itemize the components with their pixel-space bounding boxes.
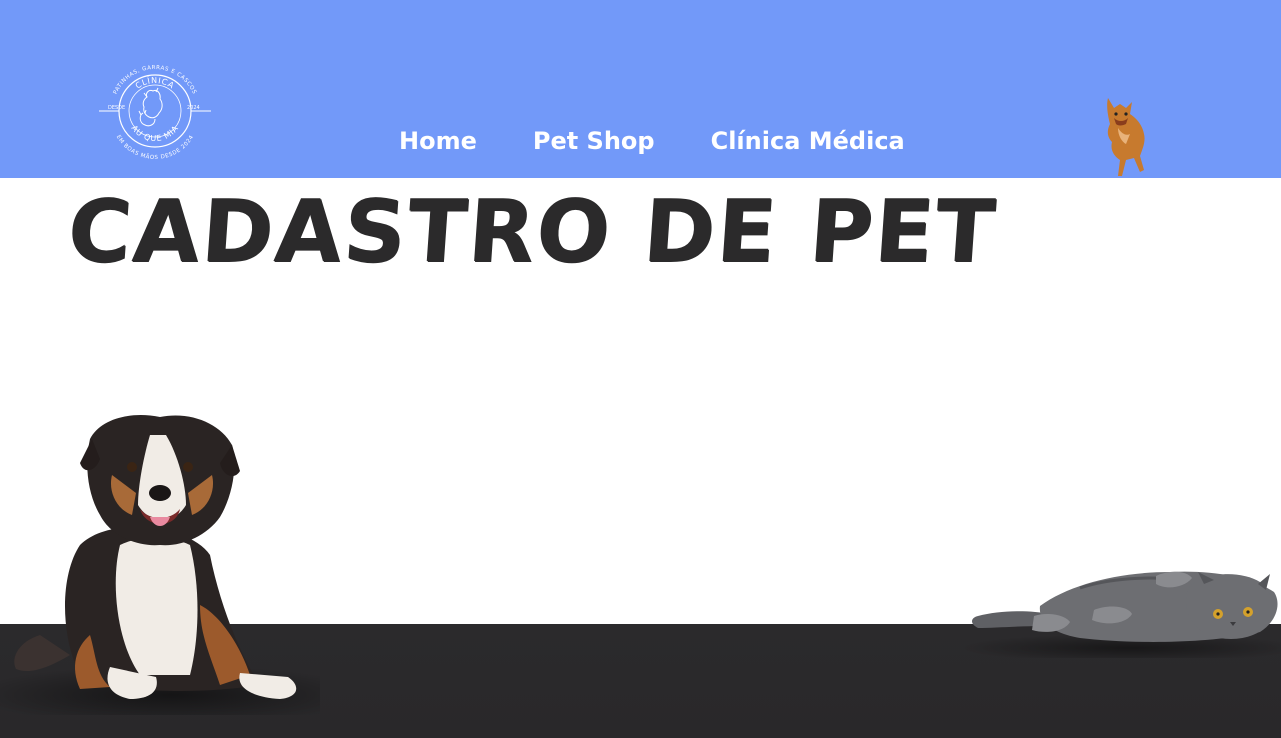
site-header: PATINHAS, GARRAS E CASCOS EM BOAS MÃOS D…: [0, 0, 1281, 178]
svg-text:CLÍNICA: CLÍNICA: [134, 74, 176, 90]
clinic-logo[interactable]: PATINHAS, GARRAS E CASCOS EM BOAS MÃOS D…: [97, 53, 213, 169]
running-dog-icon: [1107, 98, 1145, 176]
nav-pet-shop-link[interactable]: Pet Shop: [533, 124, 655, 158]
sitting-dog-icon: [0, 415, 320, 715]
logo-right-tag: 2024: [187, 105, 200, 111]
logo-title-bottom: AU QUE MIA: [130, 124, 180, 143]
page-title: CADASTRO DE PET: [64, 182, 1000, 282]
lying-cat-icon: [960, 571, 1281, 658]
clinic-logo-icon: PATINHAS, GARRAS E CASCOS EM BOAS MÃOS D…: [99, 65, 211, 161]
logo-title-top: CLÍNICA: [134, 74, 176, 90]
nav-home-link[interactable]: Home: [399, 124, 477, 158]
logo-left-tag: DESDE: [108, 105, 125, 111]
nav-clinica-medica-link[interactable]: Clínica Médica: [711, 124, 905, 158]
svg-text:AU QUE MIA: AU QUE MIA: [130, 124, 181, 143]
page: PATINHAS, GARRAS E CASCOS EM BOAS MÃOS D…: [0, 0, 1281, 738]
main-nav: Home Pet Shop Clínica Médica: [399, 124, 905, 158]
